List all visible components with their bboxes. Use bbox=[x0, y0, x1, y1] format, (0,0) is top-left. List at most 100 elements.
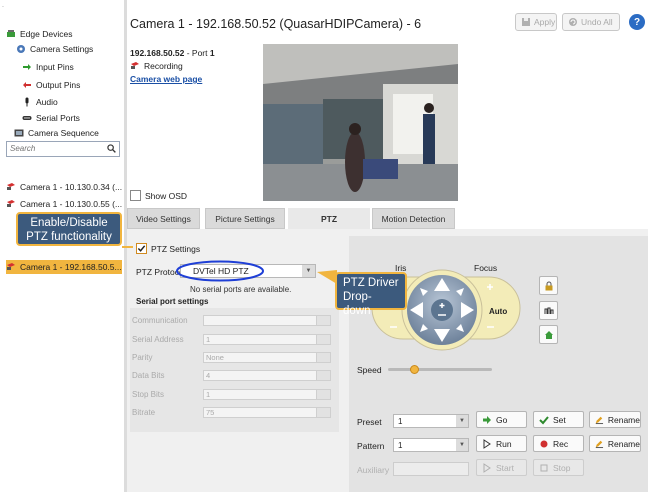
preset-value: 1 bbox=[398, 416, 403, 426]
set-label: Set bbox=[553, 414, 566, 425]
input-pins-icon bbox=[23, 64, 31, 70]
camera-settings-icon bbox=[17, 45, 25, 53]
chevron-down-icon[interactable] bbox=[317, 370, 331, 381]
tree-item-output-pins[interactable]: Output Pins bbox=[22, 80, 80, 90]
tree-item-serial-ports[interactable]: Serial Ports bbox=[22, 113, 80, 123]
tree-item-label: Edge Devices bbox=[20, 29, 73, 39]
tab-ptz[interactable]: PTZ bbox=[288, 208, 370, 229]
camera-info: 192.168.50.52 - Port 1 Recording Camera … bbox=[130, 48, 215, 84]
data-bits-select[interactable]: 4 bbox=[203, 370, 317, 381]
callout-pointer-line bbox=[122, 246, 133, 248]
communication-select[interactable] bbox=[203, 315, 317, 326]
checkmark-icon bbox=[137, 245, 146, 252]
camera-label: Camera 1 - 10.130.0.55 (... bbox=[20, 198, 122, 209]
camera-list-item-selected[interactable]: Camera 1 - 192.168.50.5... bbox=[6, 260, 122, 274]
run-button[interactable]: Run bbox=[476, 435, 527, 452]
corner-dot: . bbox=[2, 2, 4, 9]
help-button[interactable]: ? bbox=[629, 14, 645, 30]
rename-icon bbox=[595, 416, 604, 424]
search-icon[interactable] bbox=[107, 144, 116, 153]
apply-button[interactable]: Apply bbox=[515, 13, 557, 31]
rec-button[interactable]: Rec bbox=[533, 435, 584, 452]
field-label: Bitrate bbox=[132, 408, 156, 417]
tab-video-settings[interactable]: Video Settings bbox=[127, 208, 200, 229]
tree-item-input-pins[interactable]: Input Pins bbox=[22, 62, 74, 72]
pattern-select[interactable]: 1 ▼ bbox=[393, 438, 469, 452]
spinner-icon[interactable] bbox=[317, 334, 331, 345]
callout-ptz-driver: PTZ Driver Drop-down bbox=[335, 272, 407, 317]
search-input[interactable] bbox=[7, 142, 102, 154]
chevron-down-icon[interactable] bbox=[317, 315, 331, 326]
camera-icon bbox=[7, 199, 15, 207]
bitrate-select[interactable]: 75 bbox=[203, 407, 317, 418]
communication-row: Communication bbox=[132, 314, 332, 327]
serial-address-field[interactable]: 1 bbox=[203, 334, 317, 345]
tree-item-camera-settings[interactable]: Camera Settings bbox=[16, 44, 93, 54]
show-osd-label: Show OSD bbox=[145, 190, 188, 201]
microphone-icon bbox=[25, 97, 29, 107]
rename-label: Rename bbox=[607, 438, 640, 449]
stop-button[interactable]: Stop bbox=[533, 459, 584, 476]
ptz-settings-option[interactable]: PTZ Settings bbox=[136, 243, 200, 254]
ptz-settings-checkbox[interactable] bbox=[136, 243, 147, 254]
start-button[interactable]: Start bbox=[476, 459, 527, 476]
tree-item-label: Serial Ports bbox=[36, 113, 80, 123]
set-button[interactable]: Set bbox=[533, 411, 584, 428]
tab-picture-settings[interactable]: Picture Settings bbox=[205, 208, 285, 229]
camera-video-preview bbox=[263, 44, 458, 201]
camera-list-item[interactable]: Camera 1 - 10.130.0.55 (... bbox=[6, 197, 122, 210]
tree-item-edge-devices[interactable]: Edge Devices bbox=[6, 29, 72, 39]
chevron-down-icon[interactable]: ▼ bbox=[302, 265, 315, 277]
chevron-down-icon[interactable]: ▼ bbox=[456, 439, 468, 451]
parity-select[interactable]: None bbox=[203, 352, 317, 363]
speed-slider-thumb[interactable] bbox=[410, 365, 419, 374]
tab-label: Video Settings bbox=[136, 213, 191, 224]
start-label: Start bbox=[496, 462, 514, 473]
camera-icon bbox=[7, 263, 15, 270]
preset-select[interactable]: 1 ▼ bbox=[393, 414, 469, 428]
chevron-down-icon[interactable] bbox=[317, 407, 331, 418]
tree-item-label: Output Pins bbox=[36, 80, 81, 90]
play-icon bbox=[483, 438, 491, 449]
serial-ports-icon bbox=[22, 116, 32, 120]
port-text: - Port bbox=[184, 48, 210, 58]
camera-icon bbox=[7, 182, 15, 190]
auxiliary-select[interactable] bbox=[393, 462, 469, 476]
pattern-label: Pattern bbox=[357, 441, 385, 451]
record-icon bbox=[540, 440, 548, 447]
go-label: Go bbox=[496, 414, 508, 425]
speed-slider[interactable] bbox=[388, 365, 492, 374]
stop-bits-select[interactable]: 1 bbox=[203, 389, 317, 400]
show-osd-option[interactable]: Show OSD bbox=[130, 190, 187, 201]
go-arrow-icon bbox=[483, 415, 491, 424]
tab-label: Motion Detection bbox=[381, 213, 446, 224]
tree-item-label: Camera Sequence bbox=[28, 128, 99, 138]
tree-item-camera-sequence[interactable]: Camera Sequence bbox=[14, 128, 99, 138]
tour-button[interactable] bbox=[539, 301, 558, 320]
stop-icon bbox=[540, 464, 548, 471]
recording-camera-icon bbox=[131, 62, 139, 69]
camera-address-line: 192.168.50.52 - Port 1 bbox=[130, 48, 215, 58]
pattern-value: 1 bbox=[398, 440, 403, 450]
camera-list-item[interactable]: Camera 1 - 10.130.0.34 (... bbox=[6, 180, 122, 193]
go-button[interactable]: Go bbox=[476, 411, 527, 428]
tour-icon bbox=[544, 307, 553, 314]
lock-button[interactable] bbox=[539, 276, 558, 295]
page-title: Camera 1 - 192.168.50.52 (QuasarHDIPCame… bbox=[130, 17, 422, 31]
stop-label: Stop bbox=[553, 462, 571, 473]
data-bits-row: Data Bits 4 bbox=[132, 369, 332, 382]
auto-focus-label[interactable]: Auto bbox=[489, 307, 507, 316]
field-label: Parity bbox=[132, 353, 153, 362]
home-button[interactable] bbox=[539, 325, 558, 344]
chevron-down-icon[interactable] bbox=[317, 352, 331, 363]
chevron-down-icon[interactable]: ▼ bbox=[456, 415, 468, 427]
show-osd-checkbox[interactable] bbox=[130, 190, 141, 201]
tab-motion-detection[interactable]: Motion Detection bbox=[372, 208, 455, 229]
recording-label: Recording bbox=[144, 61, 183, 71]
rename-pattern-button[interactable]: Rename bbox=[589, 435, 641, 452]
undo-all-button[interactable]: Undo All bbox=[562, 13, 620, 31]
tree-item-audio[interactable]: Audio bbox=[22, 97, 58, 107]
camera-web-page-link[interactable]: Camera web page bbox=[130, 74, 215, 84]
rename-preset-button[interactable]: Rename bbox=[589, 411, 641, 428]
chevron-down-icon[interactable] bbox=[317, 389, 331, 400]
